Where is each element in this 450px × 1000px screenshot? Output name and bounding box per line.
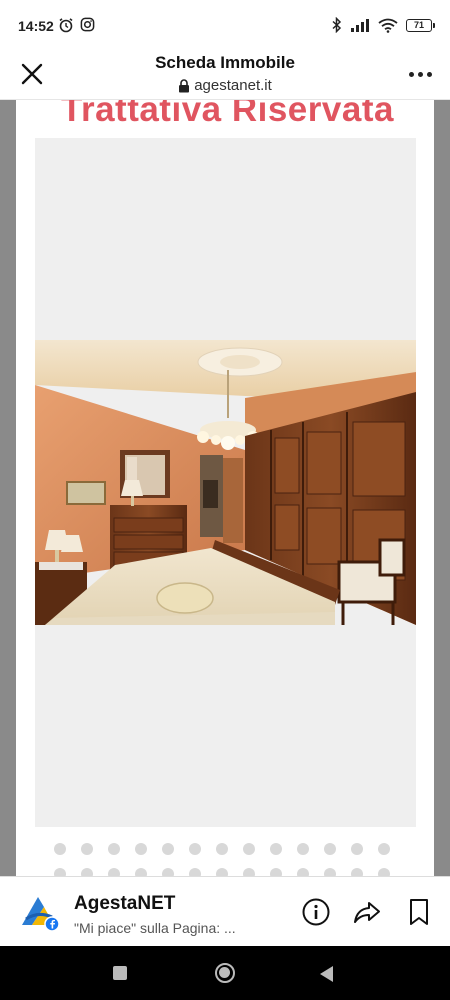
back-icon[interactable] xyxy=(320,966,333,982)
carousel-dot[interactable] xyxy=(81,868,93,876)
status-left-icons xyxy=(58,17,95,33)
battery-level: 71 xyxy=(413,19,424,30)
bedroom-photo[interactable] xyxy=(35,340,416,625)
carousel-dot[interactable] xyxy=(108,868,120,876)
bookmark-icon[interactable] xyxy=(405,897,433,927)
carousel-dot[interactable] xyxy=(378,868,390,876)
brand-subtitle: "Mi piace" sulla Pagina: ... xyxy=(74,920,236,936)
lock-icon xyxy=(179,79,190,93)
page-url-row: agestanet.it xyxy=(0,77,450,95)
carousel-dot[interactable] xyxy=(297,868,309,876)
share-icon[interactable] xyxy=(352,897,382,927)
carousel-dots xyxy=(54,843,390,855)
menu-dot xyxy=(426,71,432,77)
carousel-dot[interactable] xyxy=(162,843,174,855)
menu-dot xyxy=(408,71,414,77)
carousel-dot[interactable] xyxy=(54,868,66,876)
web-content[interactable]: Trattativa Riservata xyxy=(0,100,450,876)
photo-gallery[interactable] xyxy=(35,138,416,827)
info-icon[interactable] xyxy=(301,897,331,927)
carousel-dot[interactable] xyxy=(135,843,147,855)
system-nav-bar xyxy=(0,946,450,1000)
carousel-dot[interactable] xyxy=(270,868,282,876)
browser-title-block: Scheda Immobile agestanet.it xyxy=(0,52,450,95)
carousel-dot[interactable] xyxy=(378,843,390,855)
carousel-dot[interactable] xyxy=(324,843,336,855)
signal-icon xyxy=(351,19,369,32)
carousel-dot[interactable] xyxy=(189,868,201,876)
browser-header: Scheda Immobile agestanet.it xyxy=(0,52,450,100)
alarm-icon xyxy=(59,18,73,33)
carousel-dot[interactable] xyxy=(243,868,255,876)
carousel-dot[interactable] xyxy=(351,843,363,855)
carousel-dot[interactable] xyxy=(54,843,66,855)
menu-dot xyxy=(417,71,423,77)
facebook-page-banner[interactable]: AgestaNET "Mi piace" sulla Pagina: ... xyxy=(0,876,450,946)
wifi-icon xyxy=(378,18,398,33)
page-title: Scheda Immobile xyxy=(155,53,295,72)
carousel-dot[interactable] xyxy=(189,843,201,855)
brand-name: AgestaNET xyxy=(74,893,176,914)
carousel-dots-row2 xyxy=(54,868,390,876)
agestanet-logo-icon xyxy=(22,897,60,932)
listing-headline: Trattativa Riservata xyxy=(61,100,394,129)
more-vert-icon[interactable] xyxy=(406,64,434,84)
status-right-icons: 71 xyxy=(332,17,435,33)
carousel-dot[interactable] xyxy=(135,868,147,876)
carousel-dot[interactable] xyxy=(108,843,120,855)
instagram-icon xyxy=(80,17,95,32)
carousel-dot[interactable] xyxy=(243,843,255,855)
carousel-dot[interactable] xyxy=(216,843,228,855)
carousel-dot[interactable] xyxy=(297,843,309,855)
carousel-dot[interactable] xyxy=(270,843,282,855)
status-bar: 14:52 71 xyxy=(0,0,450,52)
carousel-dot[interactable] xyxy=(324,868,336,876)
page-url: agestanet.it xyxy=(194,77,272,94)
recents-icon[interactable] xyxy=(113,966,127,980)
home-icon[interactable] xyxy=(215,963,235,983)
carousel-dot[interactable] xyxy=(81,843,93,855)
listing-card: Trattativa Riservata xyxy=(16,100,434,876)
carousel-dot[interactable] xyxy=(216,868,228,876)
carousel-dot[interactable] xyxy=(162,868,174,876)
carousel-dot[interactable] xyxy=(351,868,363,876)
status-time: 14:52 xyxy=(18,18,54,34)
bluetooth-icon xyxy=(332,17,342,33)
battery-icon: 71 xyxy=(406,18,435,32)
bedroom-illustration xyxy=(35,340,416,625)
